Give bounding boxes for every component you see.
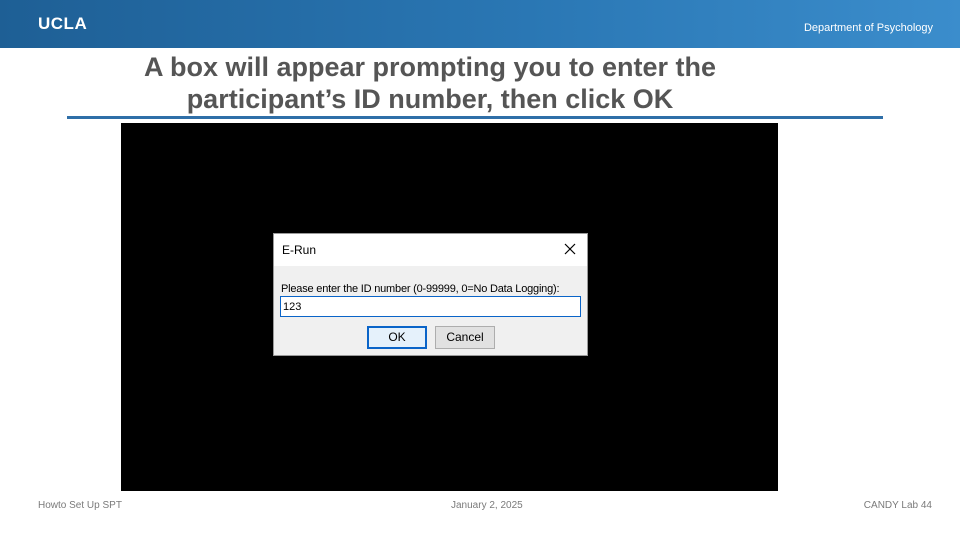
slide-title: A box will appear prompting you to enter… [60,51,800,115]
id-prompt-label: Please enter the ID number (0-99999, 0=N… [281,283,560,295]
footer-lab-page: CANDY Lab 44 [863,500,932,511]
dialog-title: E-Run [282,243,317,257]
footer-date: January 2, 2025 [451,500,523,511]
header-bar: UCLA Department of Psychology [0,0,960,48]
slide-title-line-2: participant’s ID number, then click OK [186,84,674,114]
dialog-titlebar: E-Run [274,234,587,266]
participant-id-input[interactable] [280,296,581,317]
erun-dialog: E-Run Please enter the ID number (0-9999… [273,233,588,356]
close-icon[interactable] [563,242,577,256]
department-name: Department of Psychology [803,22,933,34]
ucla-logo: UCLA [38,14,88,33]
title-divider [67,116,883,119]
slide-title-line-1: A box will appear prompting you to enter… [143,52,717,82]
cancel-button[interactable]: Cancel [435,326,495,349]
footer-presentation-title: Howto Set Up SPT [38,500,122,511]
ok-button[interactable]: OK [367,326,427,349]
